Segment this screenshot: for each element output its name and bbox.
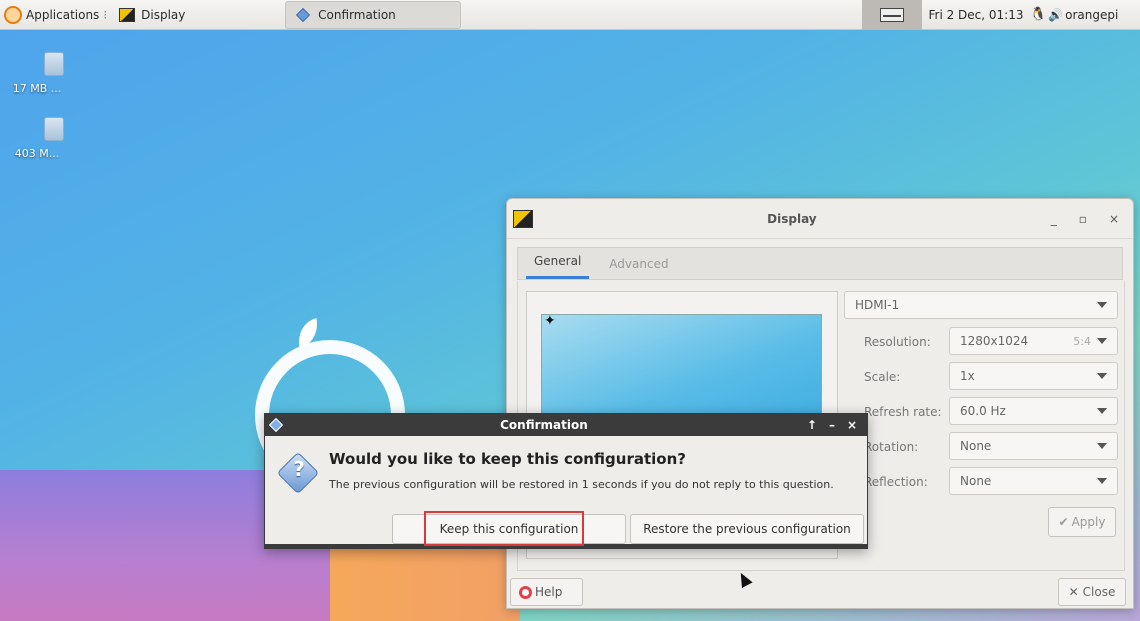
dialog-title: Confirmation — [500, 418, 588, 432]
scale-label: Scale: — [864, 370, 901, 384]
close-dialog-button[interactable]: × — [847, 418, 857, 432]
close-label: Close — [1082, 585, 1116, 599]
rotation-select[interactable]: None — [949, 432, 1118, 460]
lifebuoy-icon — [519, 585, 532, 599]
chevron-down-icon — [1097, 408, 1107, 414]
chevron-down-icon — [1097, 373, 1107, 379]
tab-bar: General Advanced — [517, 247, 1123, 280]
primary-display-star-icon: ✦ — [544, 313, 556, 329]
dialog-heading: Would you like to keep this configuratio… — [329, 450, 686, 468]
output-value: HDMI-1 — [855, 298, 900, 312]
workspace-icon — [880, 7, 904, 22]
wallpaper-shape-orange — [330, 545, 520, 621]
reflection-value: None — [960, 474, 992, 488]
taskbar-item-confirmation[interactable]: Confirmation — [285, 0, 462, 29]
resolution-label: Resolution: — [864, 335, 931, 349]
rotation-label: Rotation: — [864, 440, 919, 454]
user-name[interactable]: orangepi — [1065, 8, 1118, 22]
chevron-down-icon — [1097, 478, 1107, 484]
dialog-bottom-bar — [265, 544, 867, 548]
taskbar-item-display[interactable]: Display — [111, 1, 285, 29]
confirmation-diamond-icon — [296, 7, 311, 22]
applications-label: Applications — [26, 7, 100, 22]
chevron-down-icon — [1097, 338, 1107, 344]
apply-button[interactable]: ✔ Apply — [1048, 507, 1116, 537]
chevron-down-icon — [1097, 302, 1107, 308]
file-icon — [44, 52, 64, 76]
apply-label: Apply — [1071, 515, 1106, 529]
restore-configuration-button[interactable]: Restore the previous configuration — [630, 514, 864, 544]
reflection-select[interactable]: None — [949, 467, 1118, 495]
maximize-button[interactable]: ▫ — [1079, 212, 1087, 226]
minimize-button[interactable]: _ — [1051, 212, 1057, 226]
taskbar-label: Confirmation — [318, 7, 396, 22]
scale-value: 1x — [960, 369, 975, 383]
question-mark-glyph: ? — [293, 457, 305, 481]
orangepi-logo-icon — [4, 5, 22, 24]
display-window-titlebar[interactable]: Display _ ▫ × — [507, 199, 1133, 239]
output-select[interactable]: HDMI-1 — [844, 291, 1118, 319]
close-icon: ✕ — [1068, 585, 1079, 599]
help-label: Help — [535, 585, 563, 599]
check-icon: ✔ — [1058, 515, 1069, 529]
close-button[interactable]: ✕ Close — [1058, 578, 1126, 606]
close-window-button[interactable]: × — [1109, 212, 1119, 226]
confirmation-titlebar[interactable]: Confirmation ↑ – × — [265, 414, 867, 436]
confirmation-dialog: Confirmation ↑ – × ? Would you like to k… — [264, 413, 868, 549]
top-panel: Applications ⁝ Display Confirmation Fri … — [0, 0, 1140, 30]
tab-advanced[interactable]: Advanced — [601, 257, 676, 279]
desktop-file-label: 403 M... — [14, 147, 60, 160]
tux-icon[interactable]: 🐧 — [1030, 7, 1046, 22]
help-button[interactable]: Help — [510, 578, 583, 606]
refresh-rate-label: Refresh rate: — [864, 405, 942, 419]
aspect-ratio: 5:4 — [1073, 334, 1091, 348]
reflection-label: Reflection: — [864, 475, 928, 489]
minimize-button[interactable]: – — [829, 418, 835, 432]
menu-separator: ⁝ — [103, 7, 108, 22]
panel-clock[interactable]: Fri 2 Dec, 01:13 — [922, 8, 1030, 22]
resolution-value: 1280x1024 — [960, 334, 1029, 348]
keep-configuration-button[interactable]: Keep this configuration — [392, 514, 626, 544]
applications-menu[interactable]: Applications ⁝ — [0, 0, 111, 30]
desktop-file-label: 17 MB ... — [12, 82, 62, 95]
tab-general[interactable]: General — [526, 254, 590, 279]
taskbar-label: Display — [141, 7, 186, 22]
file-icon — [44, 117, 64, 141]
desktop-file-icon-1[interactable]: 17 MB ... — [13, 52, 94, 95]
desktop-file-icon-2[interactable]: 403 M... — [14, 117, 94, 160]
workspace-switcher[interactable] — [862, 0, 922, 30]
refresh-rate-value: 60.0 Hz — [960, 404, 1006, 418]
window-title: Display — [767, 211, 817, 226]
display-settings-icon — [119, 7, 136, 22]
scale-select[interactable]: 1x — [949, 362, 1118, 390]
display-settings-icon — [513, 209, 533, 228]
chevron-down-icon — [1097, 443, 1107, 449]
resolution-select[interactable]: 1280x1024 5:4 — [949, 327, 1118, 355]
volume-icon[interactable]: 🔊 — [1048, 8, 1063, 22]
keep-above-button[interactable]: ↑ — [807, 418, 817, 432]
panel-status-area: 🐧 🔊 orangepi — [1030, 7, 1140, 22]
dialog-message: The previous configuration will be resto… — [329, 478, 834, 491]
refresh-rate-select[interactable]: 60.0 Hz — [949, 397, 1118, 425]
rotation-value: None — [960, 439, 992, 453]
